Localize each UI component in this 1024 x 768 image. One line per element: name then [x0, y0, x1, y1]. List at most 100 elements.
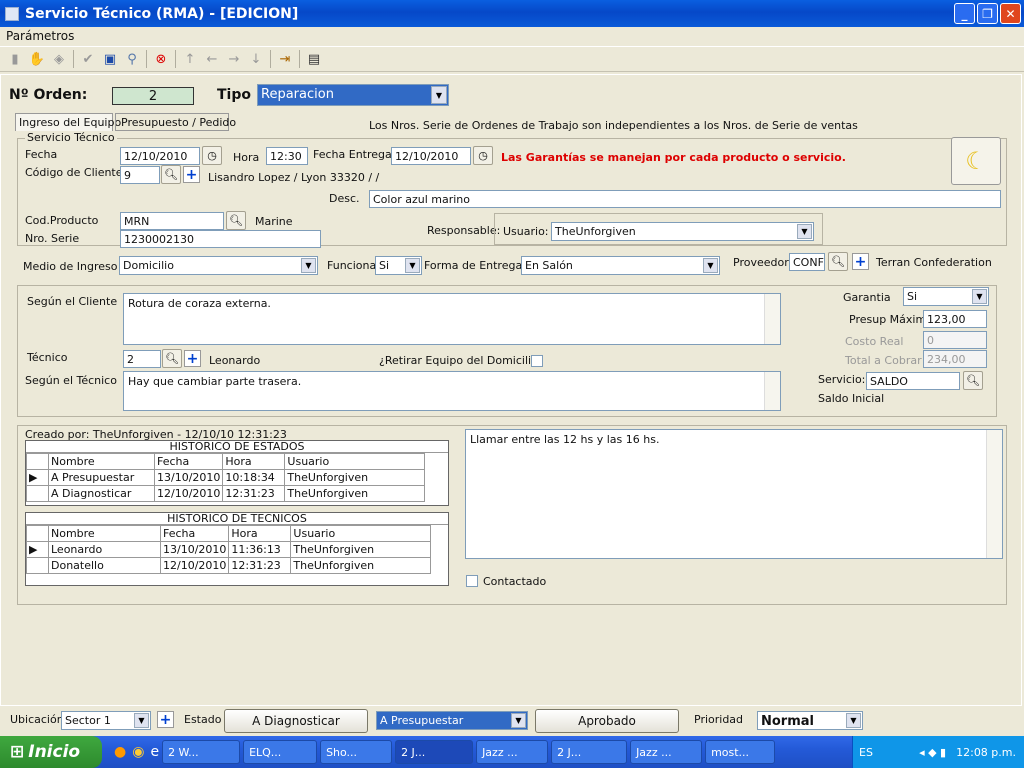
table-row[interactable]: ▶ Leonardo 13/10/2010 11:36:13 TheUnforgiven — [26, 541, 432, 558]
add-proveedor-button[interactable]: + — [852, 253, 869, 270]
taskbar-item[interactable]: ELQ... — [243, 740, 318, 764]
garantia-label: Garantia — [843, 291, 891, 304]
menu-parametros[interactable]: Parámetros — [0, 27, 1024, 44]
tab-ingreso[interactable]: Ingreso del Equipo — [15, 113, 121, 131]
new-icon[interactable]: ▮ — [4, 48, 26, 70]
taskbar-item[interactable]: Jazz ... — [476, 740, 549, 764]
scrollbar[interactable] — [764, 294, 780, 344]
segun-cliente-textarea[interactable]: Rotura de coraza externa. — [123, 293, 781, 345]
arrow-right-icon[interactable]: → — [223, 48, 245, 70]
quicklaunch-icon[interactable]: ◉ — [132, 744, 144, 760]
taskbar-item[interactable]: Sho... — [320, 740, 393, 764]
exit-icon[interactable]: ⇥ — [274, 48, 296, 70]
minimize-button[interactable]: _ — [954, 3, 975, 24]
add-cliente-button[interactable]: + — [183, 166, 200, 183]
taskbar-item[interactable]: Jazz ... — [630, 740, 703, 764]
ubicacion-select[interactable]: Sector 1 ▼ — [61, 711, 151, 730]
shield-icon[interactable]: ◈ — [48, 48, 70, 70]
taskbar-item[interactable]: 2 J... — [395, 740, 474, 764]
retirar-checkbox[interactable] — [531, 355, 543, 367]
serie-input[interactable]: 1230002130 — [120, 230, 321, 248]
garantia-select[interactable]: Si ▼ — [903, 287, 989, 306]
tecnico-name: Leonardo — [209, 354, 261, 367]
a-diagnosticar-button[interactable]: A Diagnosticar — [224, 709, 368, 733]
estado-select[interactable]: A Presupuestar ▼ — [376, 711, 528, 730]
contactado-checkbox[interactable] — [466, 575, 478, 587]
cancel-icon[interactable]: ⊗ — [150, 48, 172, 70]
presup-input[interactable]: 123,00 — [923, 310, 987, 328]
arrow-up-icon[interactable]: ↑ — [179, 48, 201, 70]
col-usuario: Usuario — [284, 453, 426, 470]
language-indicator[interactable]: ES — [853, 746, 873, 759]
aprobado-button[interactable]: Aprobado — [535, 709, 679, 733]
garantia-value: Si — [907, 290, 918, 303]
taskbar-item[interactable]: 2 W... — [162, 740, 241, 764]
taskbar-item[interactable]: 2 J... — [551, 740, 628, 764]
tipo-label: Tipo — [217, 87, 251, 103]
firefox-icon[interactable]: ● — [114, 744, 126, 760]
segun-tecnico-textarea[interactable]: Hay que cambiar parte trasera. — [123, 371, 781, 411]
search-cliente-icon[interactable]: 🔍︎ — [161, 165, 181, 184]
funciona-select[interactable]: Si ▼ — [375, 256, 422, 275]
scrollbar[interactable] — [986, 430, 1002, 558]
usuario-value: TheUnforgiven — [555, 225, 636, 238]
search-icon[interactable]: ⚲ — [121, 48, 143, 70]
arrow-left-icon[interactable]: ← — [201, 48, 223, 70]
start-button[interactable]: ⊞ Inicio — [0, 736, 102, 768]
servicio-input[interactable]: SALDO — [866, 372, 960, 390]
tecnico-input[interactable]: 2 — [123, 350, 161, 368]
forma-select[interactable]: En Salón ▼ — [521, 256, 720, 275]
columns-icon[interactable]: ▤ — [303, 48, 325, 70]
close-button[interactable]: ✕ — [1000, 3, 1021, 24]
proveedor-label: Proveedor: — [733, 256, 793, 269]
proveedor-input[interactable]: CONF — [789, 253, 825, 271]
fecha-entrega-input[interactable]: 12/10/2010 — [391, 147, 471, 165]
search-servicio-icon[interactable]: 🔍︎ — [963, 371, 983, 390]
calendar-entrega-icon[interactable]: ◷ — [473, 146, 493, 165]
chevron-down-icon: ▼ — [797, 224, 812, 239]
desc-input[interactable]: Color azul marino — [369, 190, 1001, 208]
search-tecnico-icon[interactable]: 🔍︎ — [162, 349, 182, 368]
hand-icon[interactable]: ✋ — [26, 48, 48, 70]
ie-icon[interactable]: e — [150, 744, 159, 760]
main-window: Servicio Técnico (RMA) - [EDICION] _ ❐ ✕ P… — [0, 0, 1024, 736]
scrollbar[interactable] — [764, 372, 780, 410]
table-row[interactable]: Donatello 12/10/2010 12:31:23 TheUnforgiven — [26, 557, 432, 574]
ubicacion-label: Ubicación — [10, 713, 64, 726]
chevron-down-icon: ▼ — [703, 258, 718, 273]
moon-icon[interactable]: ☾ — [951, 137, 1001, 185]
chevron-down-icon: ▼ — [405, 258, 420, 273]
check-icon[interactable]: ✔ — [77, 48, 99, 70]
prioridad-select[interactable]: Normal ▼ — [757, 711, 863, 730]
usuario-select[interactable]: TheUnforgiven ▼ — [551, 222, 814, 241]
garantia-warning: Las Garantías se manejan por cada produc… — [501, 151, 846, 164]
tray-icons: ◂ ◆ ▮ — [919, 745, 947, 759]
add-tecnico-button[interactable]: + — [184, 350, 201, 367]
calendar-icon[interactable]: ◷ — [202, 146, 222, 165]
save-icon[interactable]: ▣ — [99, 48, 121, 70]
fecha-entrega-label: Fecha Entrega — [313, 148, 392, 161]
costo-input: 0 — [923, 331, 987, 349]
search-proveedor-icon[interactable]: 🔍︎ — [828, 252, 848, 271]
hora-input[interactable]: 12:30 — [266, 147, 308, 165]
taskbar-item[interactable]: most... — [705, 740, 776, 764]
proveedor-name: Terran Confederation — [876, 256, 992, 269]
tipo-select[interactable]: Reparacion ▼ — [257, 84, 449, 106]
search-producto-icon[interactable]: 🔍︎ — [226, 211, 246, 230]
costo-label: Costo Real — [845, 335, 904, 348]
maximize-button[interactable]: ❐ — [977, 3, 998, 24]
col-fecha: Fecha — [159, 525, 230, 542]
arrow-down-icon[interactable]: ↓ — [245, 48, 267, 70]
orden-value: 2 — [112, 87, 194, 105]
tab-presupuesto[interactable]: Presupuesto / Pedido — [115, 113, 236, 131]
windows-logo-icon: ⊞ — [10, 742, 25, 762]
table-row[interactable]: A Diagnosticar 12/10/2010 12:31:23 TheUnfor… — [26, 485, 426, 502]
table-row[interactable]: ▶ A Presupuestar 13/10/2010 10:18:34 TheUnfo… — [26, 469, 426, 486]
notas-textarea[interactable]: Llamar entre las 12 hs y las 16 hs. — [465, 429, 1003, 559]
add-ubicacion-button[interactable]: + — [157, 711, 174, 728]
cliente-input[interactable]: 9 — [120, 166, 160, 184]
ubicacion-value: Sector 1 — [65, 714, 111, 727]
codprod-input[interactable]: MRN — [120, 212, 224, 230]
medio-select[interactable]: Domicilio ▼ — [119, 256, 318, 275]
fecha-input[interactable]: 12/10/2010 — [120, 147, 200, 165]
